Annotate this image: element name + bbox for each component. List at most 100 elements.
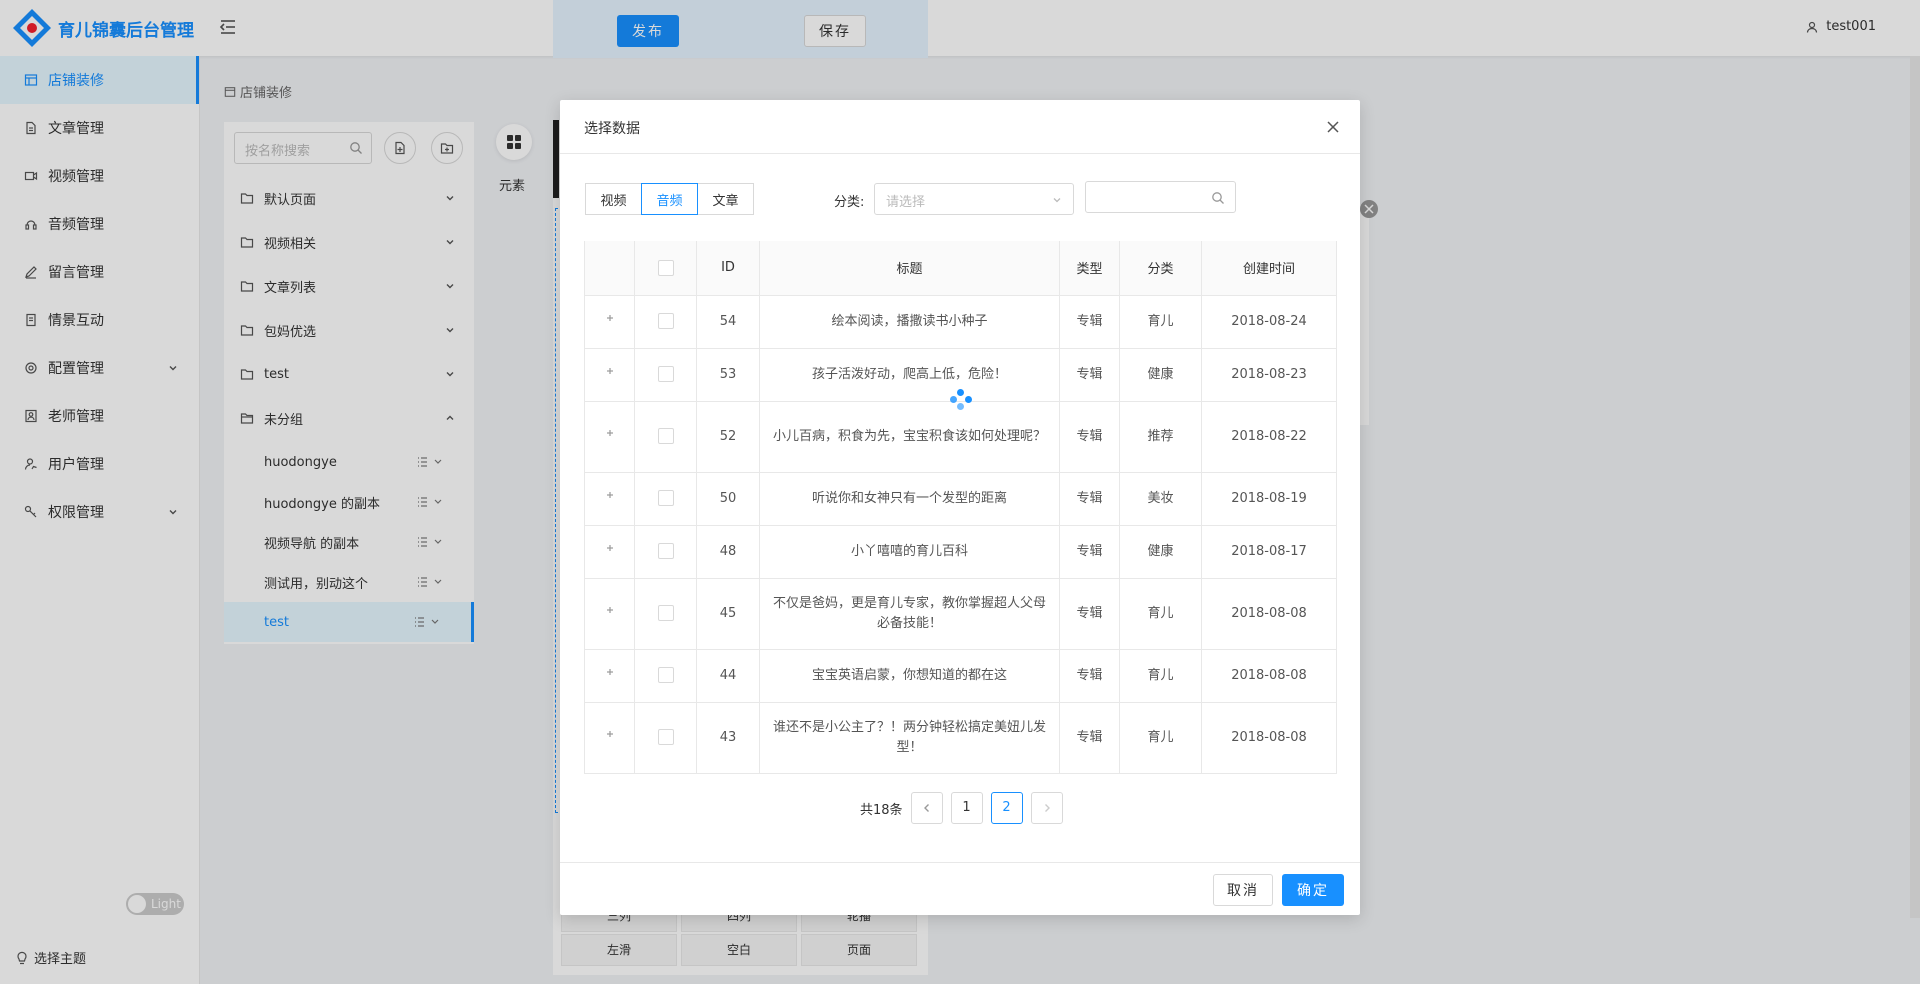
row-category: 健康 bbox=[1119, 525, 1202, 579]
row-expand-cell[interactable] bbox=[584, 702, 635, 774]
table-row[interactable]: 48 小丫嘻嘻的育儿百科 专辑 健康 2018-08-17 bbox=[584, 525, 1337, 579]
loading-spinner bbox=[950, 389, 972, 411]
table-row[interactable]: 54 绘本阅读，播撒读书小种子 专辑 育儿 2018-08-24 bbox=[584, 295, 1337, 349]
row-title: 孩子活泼好动，爬高上低，危险！ bbox=[759, 348, 1060, 402]
column-header-select bbox=[634, 241, 697, 296]
row-title: 小丫嘻嘻的育儿百科 bbox=[759, 525, 1060, 579]
row-created: 2018-08-08 bbox=[1201, 649, 1337, 703]
column-header-category: 分类 bbox=[1119, 241, 1202, 296]
row-expand-cell[interactable] bbox=[584, 472, 635, 526]
data-table: ID 标题 类型 分类 创建时间 54 绘本阅读，播撒读书小种子 专辑 育儿 2… bbox=[584, 241, 1337, 774]
chevron-down-icon bbox=[1053, 198, 1061, 203]
row-checkbox[interactable] bbox=[657, 366, 674, 382]
tab-audio[interactable]: 音频 bbox=[641, 183, 698, 215]
modal-search-input[interactable] bbox=[1085, 181, 1236, 213]
column-header-expand bbox=[584, 241, 635, 296]
row-checkbox[interactable] bbox=[657, 729, 674, 745]
pagination-prev-button[interactable] bbox=[910, 792, 943, 824]
row-expand-cell[interactable] bbox=[584, 295, 635, 349]
row-category: 美妆 bbox=[1119, 472, 1202, 526]
cancel-button[interactable]: 取消 bbox=[1213, 874, 1273, 906]
row-type: 专辑 bbox=[1059, 525, 1120, 579]
row-expand-cell[interactable] bbox=[584, 525, 635, 579]
plus-icon[interactable] bbox=[603, 665, 617, 679]
row-expand-cell[interactable] bbox=[584, 578, 635, 650]
plus-icon[interactable] bbox=[603, 727, 617, 741]
pagination-total: 共18条 bbox=[860, 802, 903, 818]
row-title: 小儿百病，积食为先，宝宝积食该如何处理呢？ bbox=[759, 401, 1060, 473]
category-select[interactable]: 请选择 bbox=[874, 183, 1074, 215]
row-type: 专辑 bbox=[1059, 578, 1120, 650]
row-type: 专辑 bbox=[1059, 472, 1120, 526]
row-select-cell bbox=[634, 702, 697, 774]
row-type: 专辑 bbox=[1059, 649, 1120, 703]
row-category: 育儿 bbox=[1119, 578, 1202, 650]
row-created: 2018-08-24 bbox=[1201, 295, 1337, 349]
tab-article[interactable]: 文章 bbox=[697, 183, 754, 215]
media-type-tabs: 视频 音频 文章 bbox=[585, 183, 754, 215]
table-row[interactable]: 50 听说你和女神只有一个发型的距离 专辑 美妆 2018-08-19 bbox=[584, 472, 1337, 526]
plus-icon[interactable] bbox=[603, 541, 617, 555]
pagination: 共18条 1 2 bbox=[860, 792, 1063, 824]
row-checkbox[interactable] bbox=[657, 313, 674, 329]
row-checkbox[interactable] bbox=[657, 490, 674, 506]
row-created: 2018-08-22 bbox=[1201, 401, 1337, 473]
row-id: 48 bbox=[696, 525, 760, 579]
row-expand-cell[interactable] bbox=[584, 649, 635, 703]
select-all-checkbox[interactable] bbox=[657, 259, 674, 276]
row-select-cell bbox=[634, 472, 697, 526]
table-row[interactable]: 45 不仅是爸妈，更是育儿专家，教你掌握超人父母必备技能！ 专辑 育儿 2018… bbox=[584, 578, 1337, 650]
row-expand-cell[interactable] bbox=[584, 401, 635, 473]
column-header-id: ID bbox=[696, 241, 760, 296]
confirm-button[interactable]: 确定 bbox=[1282, 874, 1344, 906]
row-select-cell bbox=[634, 401, 697, 473]
table-row[interactable]: 43 谁还不是小公主了？！两分钟轻松搞定美妞儿发型！ 专辑 育儿 2018-08… bbox=[584, 702, 1337, 774]
row-checkbox[interactable] bbox=[657, 428, 674, 444]
row-category: 育儿 bbox=[1119, 649, 1202, 703]
row-select-cell bbox=[634, 649, 697, 703]
row-created: 2018-08-17 bbox=[1201, 525, 1337, 579]
plus-icon[interactable] bbox=[603, 364, 617, 378]
row-checkbox[interactable] bbox=[657, 543, 674, 559]
table-header-row: ID 标题 类型 分类 创建时间 bbox=[584, 241, 1337, 296]
row-checkbox[interactable] bbox=[657, 605, 674, 621]
row-created: 2018-08-23 bbox=[1201, 348, 1337, 402]
row-type: 专辑 bbox=[1059, 401, 1120, 473]
row-id: 54 bbox=[696, 295, 760, 349]
column-header-title: 标题 bbox=[759, 241, 1060, 296]
row-created: 2018-08-08 bbox=[1201, 702, 1337, 774]
modal-footer: 取消 确定 bbox=[560, 862, 1360, 915]
row-created: 2018-08-08 bbox=[1201, 578, 1337, 650]
modal-header: 选择数据 bbox=[560, 100, 1360, 154]
plus-icon[interactable] bbox=[603, 426, 617, 440]
close-icon[interactable] bbox=[1326, 120, 1340, 134]
category-placeholder: 请选择 bbox=[886, 195, 926, 210]
row-title: 宝宝英语启蒙，你想知道的都在这 bbox=[759, 649, 1060, 703]
chevron-right-icon bbox=[1044, 804, 1050, 812]
row-checkbox[interactable] bbox=[657, 667, 674, 683]
plus-icon[interactable] bbox=[603, 603, 617, 617]
row-category: 健康 bbox=[1119, 348, 1202, 402]
row-type: 专辑 bbox=[1059, 702, 1120, 774]
select-data-modal: 选择数据 视频 音频 文章 分类: 请选择 ID 标题 类型 分类 创建时间 5… bbox=[560, 100, 1360, 915]
row-category: 育儿 bbox=[1119, 702, 1202, 774]
row-type: 专辑 bbox=[1059, 295, 1120, 349]
row-title: 不仅是爸妈，更是育儿专家，教你掌握超人父母必备技能！ bbox=[759, 578, 1060, 650]
table-row[interactable]: 44 宝宝英语启蒙，你想知道的都在这 专辑 育儿 2018-08-08 bbox=[584, 649, 1337, 703]
search-icon[interactable] bbox=[1211, 191, 1225, 205]
table-row[interactable]: 52 小儿百病，积食为先，宝宝积食该如何处理呢？ 专辑 推荐 2018-08-2… bbox=[584, 401, 1337, 473]
row-select-cell bbox=[634, 578, 697, 650]
plus-icon[interactable] bbox=[603, 311, 617, 325]
row-id: 52 bbox=[696, 401, 760, 473]
row-id: 43 bbox=[696, 702, 760, 774]
row-id: 45 bbox=[696, 578, 760, 650]
pagination-page-2[interactable]: 2 bbox=[990, 792, 1023, 824]
tab-video[interactable]: 视频 bbox=[585, 183, 642, 215]
pagination-page-1[interactable]: 1 bbox=[950, 792, 983, 824]
row-title: 绘本阅读，播撒读书小种子 bbox=[759, 295, 1060, 349]
pagination-next-button[interactable] bbox=[1030, 792, 1063, 824]
row-title: 听说你和女神只有一个发型的距离 bbox=[759, 472, 1060, 526]
column-header-type: 类型 bbox=[1059, 241, 1120, 296]
row-expand-cell[interactable] bbox=[584, 348, 635, 402]
plus-icon[interactable] bbox=[603, 488, 617, 502]
